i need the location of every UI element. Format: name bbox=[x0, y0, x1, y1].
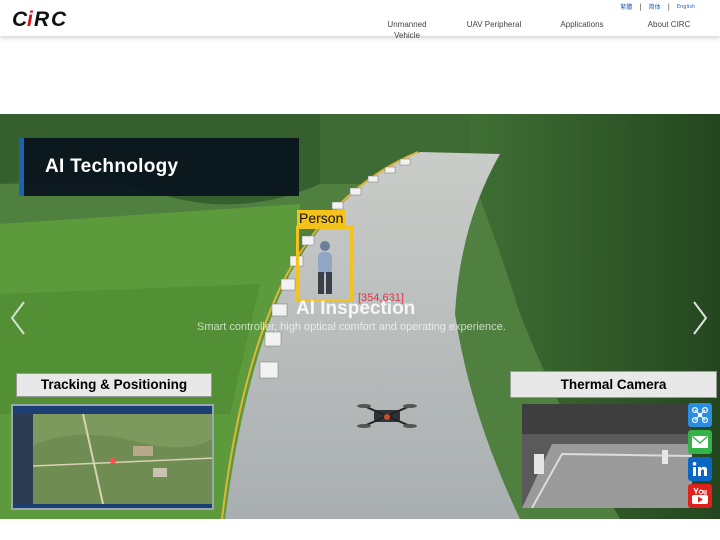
tracking-positioning-label: Tracking & Positioning bbox=[16, 373, 212, 397]
slide-subtitle: Smart controller, high optical comfort a… bbox=[197, 321, 506, 333]
nav-label-line2: Vehicle bbox=[394, 31, 420, 40]
carousel-prev-icon[interactable] bbox=[8, 300, 28, 336]
banner-title: AI Technology bbox=[45, 156, 179, 177]
lang-english-link[interactable]: English bbox=[670, 4, 702, 10]
youtube-social-button[interactable] bbox=[688, 484, 712, 508]
lang-simplified-link[interactable]: 简体 bbox=[642, 2, 668, 11]
drone-social-button[interactable] bbox=[688, 403, 712, 427]
ai-technology-banner: AI Technology bbox=[19, 138, 299, 196]
slide-title: AI Inspection bbox=[296, 298, 416, 319]
nav-uav-peripheral[interactable]: UAV Peripheral bbox=[459, 19, 529, 30]
thermal-camera-image bbox=[522, 404, 692, 508]
mail-social-button[interactable] bbox=[688, 430, 712, 454]
detection-box bbox=[296, 226, 353, 302]
youtube-icon bbox=[692, 487, 708, 504]
linkedin-icon bbox=[692, 462, 707, 476]
nav-applications[interactable]: Applications bbox=[552, 19, 612, 30]
linkedin-social-button[interactable] bbox=[688, 457, 712, 481]
lang-traditional-link[interactable]: 繁體 bbox=[613, 2, 639, 11]
mail-icon bbox=[692, 436, 708, 448]
drone-icon bbox=[692, 407, 708, 423]
main-nav: Unmanned Vehicle UAV Peripheral Applicat… bbox=[0, 19, 720, 41]
language-switcher: 繁體 | 简体 | English bbox=[613, 2, 702, 12]
thermal-camera-label: Thermal Camera bbox=[510, 371, 717, 398]
carousel-next-icon[interactable] bbox=[690, 300, 710, 336]
nav-label-line1: Unmanned bbox=[387, 20, 427, 29]
nav-unmanned-vehicle[interactable]: Unmanned Vehicle bbox=[381, 19, 433, 41]
nav-about-circ[interactable]: About CIRC bbox=[641, 19, 697, 30]
detection-label: Person bbox=[297, 210, 346, 226]
site-header: C i R C 繁體 | 简体 | English Unmanned Vehic… bbox=[0, 0, 720, 41]
tracking-map-screenshot bbox=[11, 404, 214, 510]
hero-carousel: AI Technology Person [354,631] AI Inspec… bbox=[0, 114, 720, 519]
